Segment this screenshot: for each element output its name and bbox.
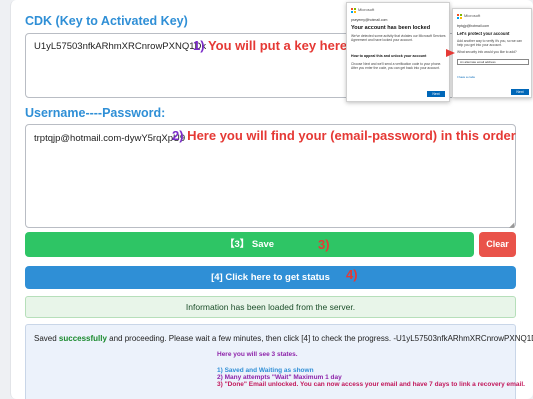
ms-protect-link: I have a code: [457, 75, 476, 79]
annotation-2-number: 2): [172, 128, 184, 143]
ms-protect-title: Let's protect your account: [457, 31, 510, 36]
info-message: Information has been loaded from the ser…: [25, 296, 516, 318]
clear-button[interactable]: Clear: [479, 232, 516, 257]
ms-protect-screenshot: Microsoft trptqjp@hotmail.com Let's prot…: [452, 8, 532, 98]
result-suffix: and proceeding. Please wait a few minute…: [106, 334, 533, 343]
cdk-value: U1yL57503nfkARhmXRCnrowPXNQ1Dk: [34, 41, 207, 52]
ms-locked-screenshot: Microsoft pseyemy@hotmail.com Your accou…: [346, 2, 450, 102]
annotation-1-text: You will put a key here: [204, 38, 348, 53]
ms-locked-body: We've detected some activity that violat…: [351, 34, 446, 43]
result-success-word: successfully: [58, 334, 107, 343]
annotation-4: 4): [346, 267, 358, 282]
annotation-3: 3): [318, 237, 330, 252]
ms-protect-select-label: What security info would you like to add…: [457, 50, 517, 54]
result-prefix: Saved: [34, 334, 59, 343]
ms-locked-subtitle: How to appeal this and unlock your accou…: [351, 54, 427, 58]
annotation-1-number: 1): [193, 38, 205, 53]
ms-locked-steps: Choose Next and we'll send a verificatio…: [351, 62, 442, 71]
annotation-1: 1) You will put a key here: [193, 38, 347, 53]
annotation-2: 2) Here you will find your (email-passwo…: [172, 128, 516, 143]
get-status-button[interactable]: [4] Click here to get status: [25, 266, 516, 289]
ms-email: pseyemy@hotmail.com: [351, 18, 388, 22]
resize-handle-icon[interactable]: ◢: [509, 221, 514, 229]
ms-protect-body: Add another way to verify it's you, so w…: [457, 39, 522, 48]
username-password-label: Username----Password:: [25, 106, 166, 120]
state-2: 2) Many attempts "Wait" Maximum 1 day: [217, 374, 342, 381]
save-button[interactable]: 【3】 Save: [25, 232, 474, 257]
ms-next-button: Next: [511, 89, 529, 95]
result-message: Saved successfully and proceeding. Pleas…: [34, 334, 533, 343]
cdk-label: CDK (Key to Activated Key): [25, 14, 188, 28]
state-3: 3) "Done" Email unlocked. You can now ac…: [217, 381, 525, 388]
ms-email: trptqjp@hotmail.com: [457, 24, 490, 28]
username-password-value: trptqjp@hotmail.com-dywY5rqXpU9: [34, 133, 186, 144]
microsoft-logo-icon: [351, 8, 356, 13]
ms-next-button: Next: [427, 91, 445, 97]
states-title: Here you will see 3 states.: [217, 351, 298, 358]
ms-brand: Microsoft: [358, 7, 375, 12]
state-1: 1) Saved and Waiting as shown: [217, 367, 314, 374]
ms-protect-select: An alternate email address: [457, 59, 529, 65]
ms-locked-title: Your account has been locked: [351, 25, 431, 31]
ms-brand: Microsoft: [464, 13, 481, 18]
annotation-2-text: Here you will find your (email-password)…: [183, 128, 516, 143]
red-arrow-icon: [446, 49, 455, 57]
microsoft-logo-icon: [457, 14, 462, 19]
